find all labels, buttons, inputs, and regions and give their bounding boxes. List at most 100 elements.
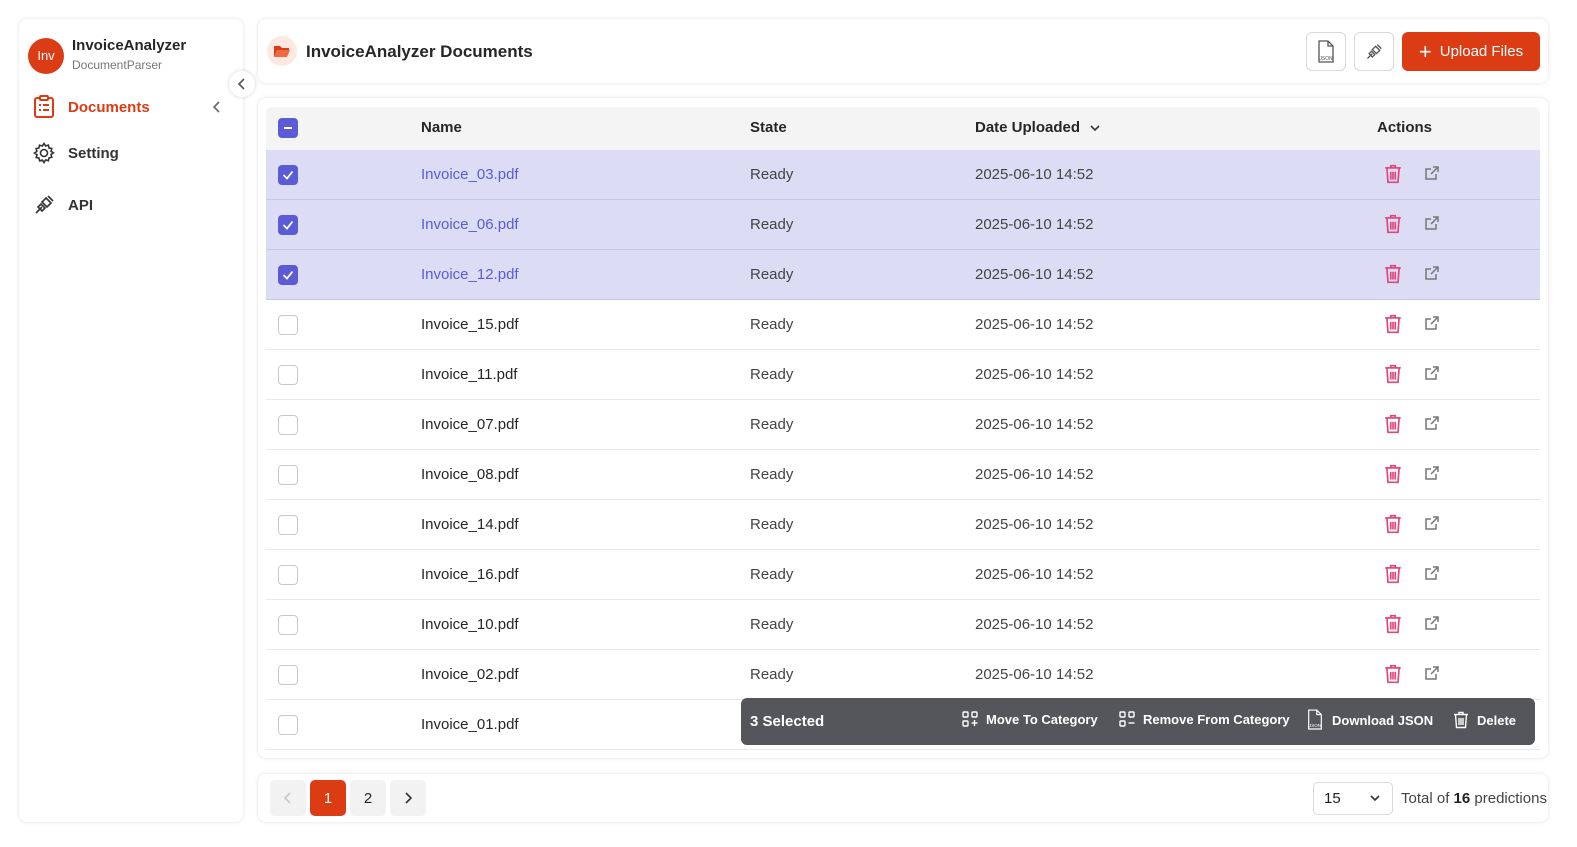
chevron-left-icon[interactable] bbox=[212, 100, 222, 119]
document-state: Ready bbox=[750, 316, 794, 333]
check-icon bbox=[282, 270, 294, 280]
column-date-label: Date Uploaded bbox=[975, 119, 1081, 136]
external-link-icon[interactable] bbox=[1424, 365, 1440, 385]
avatar: Inv bbox=[28, 37, 64, 74]
table-row[interactable]: Invoice_10.pdf Ready 2025-06-10 14:52 bbox=[266, 600, 1540, 650]
external-link-icon[interactable] bbox=[1424, 265, 1440, 285]
table-header: Name State Date Uploaded Actions bbox=[266, 107, 1540, 150]
prev-page-button[interactable] bbox=[270, 780, 306, 816]
document-name-link[interactable]: Invoice_12.pdf bbox=[421, 266, 519, 283]
trash-icon[interactable] bbox=[1384, 264, 1402, 288]
page-2-button[interactable]: 2 bbox=[350, 780, 386, 816]
external-link-icon[interactable] bbox=[1424, 165, 1440, 185]
row-checkbox[interactable] bbox=[278, 215, 298, 235]
row-checkbox[interactable] bbox=[278, 715, 298, 735]
external-link-icon[interactable] bbox=[1424, 615, 1440, 635]
next-page-button[interactable] bbox=[390, 780, 426, 816]
table-row[interactable]: Invoice_16.pdf Ready 2025-06-10 14:52 bbox=[266, 550, 1540, 600]
external-link-icon[interactable] bbox=[1424, 465, 1440, 485]
bulk-action-bar: 3 Selected Move To Category Remove From … bbox=[741, 698, 1535, 745]
column-date-uploaded[interactable]: Date Uploaded bbox=[975, 119, 1100, 136]
table-row[interactable]: Invoice_02.pdf Ready 2025-06-10 14:52 bbox=[266, 650, 1540, 700]
page-1-button[interactable]: 1 bbox=[310, 780, 346, 816]
trash-icon[interactable] bbox=[1384, 664, 1402, 688]
document-name-link[interactable]: Invoice_06.pdf bbox=[421, 216, 519, 233]
trash-icon[interactable] bbox=[1384, 464, 1402, 488]
document-name-link[interactable]: Invoice_10.pdf bbox=[421, 616, 519, 633]
table-row[interactable]: Invoice_03.pdf Ready 2025-06-10 14:52 bbox=[266, 150, 1540, 200]
json-file-icon: JSON bbox=[1318, 39, 1334, 63]
row-checkbox[interactable] bbox=[278, 315, 298, 335]
api-connect-button[interactable] bbox=[1354, 32, 1394, 71]
table-row[interactable]: Invoice_07.pdf Ready 2025-06-10 14:52 bbox=[266, 400, 1540, 450]
sidebar-item-label: Documents bbox=[68, 98, 150, 116]
table-row[interactable]: Invoice_11.pdf Ready 2025-06-10 14:52 bbox=[266, 350, 1540, 400]
table-row[interactable]: Invoice_08.pdf Ready 2025-06-10 14:52 bbox=[266, 450, 1540, 500]
external-link-icon[interactable] bbox=[1424, 415, 1440, 435]
table-row[interactable]: Invoice_14.pdf Ready 2025-06-10 14:52 bbox=[266, 500, 1540, 550]
table-row[interactable]: Invoice_06.pdf Ready 2025-06-10 14:52 bbox=[266, 200, 1540, 250]
document-name-link[interactable]: Invoice_01.pdf bbox=[421, 716, 519, 733]
trash-icon[interactable] bbox=[1384, 614, 1402, 638]
document-name-link[interactable]: Invoice_02.pdf bbox=[421, 666, 519, 683]
document-name-link[interactable]: Invoice_11.pdf bbox=[421, 366, 517, 383]
column-name[interactable]: Name bbox=[421, 119, 462, 136]
trash-icon[interactable] bbox=[1384, 214, 1402, 238]
document-state: Ready bbox=[750, 666, 794, 683]
row-checkbox[interactable] bbox=[278, 415, 298, 435]
pagination-bar: 1 2 15 Total of 16 predictions bbox=[258, 774, 1548, 822]
total-prefix: Total of bbox=[1401, 790, 1450, 807]
document-date: 2025-06-10 14:52 bbox=[975, 216, 1094, 233]
document-name-link[interactable]: Invoice_16.pdf bbox=[421, 566, 519, 583]
sidebar-item-setting[interactable]: Setting bbox=[32, 138, 232, 168]
row-checkbox[interactable] bbox=[278, 365, 298, 385]
download-json-label: Download JSON bbox=[1332, 712, 1434, 728]
row-checkbox[interactable] bbox=[278, 665, 298, 685]
row-checkbox[interactable] bbox=[278, 615, 298, 635]
check-icon bbox=[282, 170, 294, 180]
collapse-sidebar-button[interactable] bbox=[229, 71, 255, 97]
document-state: Ready bbox=[750, 266, 794, 283]
trash-icon[interactable] bbox=[1384, 564, 1402, 588]
row-checkbox[interactable] bbox=[278, 465, 298, 485]
document-name-link[interactable]: Invoice_03.pdf bbox=[421, 166, 519, 183]
trash-icon[interactable] bbox=[1384, 314, 1402, 338]
external-link-icon[interactable] bbox=[1424, 515, 1440, 535]
json-file-icon: JSON bbox=[1308, 709, 1322, 730]
document-name-link[interactable]: Invoice_14.pdf bbox=[421, 516, 519, 533]
document-date: 2025-06-10 14:52 bbox=[975, 616, 1094, 633]
export-json-button[interactable]: JSON bbox=[1306, 32, 1346, 71]
row-checkbox[interactable] bbox=[278, 565, 298, 585]
trash-icon[interactable] bbox=[1384, 514, 1402, 538]
external-link-icon[interactable] bbox=[1424, 565, 1440, 585]
chevron-left-icon bbox=[237, 78, 245, 90]
bulk-delete-button[interactable]: Delete bbox=[1453, 711, 1516, 729]
trash-icon[interactable] bbox=[1384, 414, 1402, 438]
document-name-link[interactable]: Invoice_07.pdf bbox=[421, 416, 519, 433]
table-row[interactable]: Invoice_12.pdf Ready 2025-06-10 14:52 bbox=[266, 250, 1540, 300]
document-date: 2025-06-10 14:52 bbox=[975, 566, 1094, 583]
document-state: Ready bbox=[750, 516, 794, 533]
row-checkbox[interactable] bbox=[278, 165, 298, 185]
document-date: 2025-06-10 14:52 bbox=[975, 266, 1094, 283]
document-name-link[interactable]: Invoice_15.pdf bbox=[421, 316, 519, 333]
upload-files-button[interactable]: + Upload Files bbox=[1402, 32, 1540, 71]
move-to-category-button[interactable]: Move To Category bbox=[962, 711, 1098, 727]
download-json-button[interactable]: JSON Download JSON bbox=[1306, 709, 1433, 731]
sidebar-item-documents[interactable]: Documents bbox=[32, 92, 232, 122]
page-size-select[interactable]: 15 bbox=[1313, 782, 1393, 815]
upload-files-label: Upload Files bbox=[1439, 43, 1524, 60]
table-row[interactable]: Invoice_15.pdf Ready 2025-06-10 14:52 bbox=[266, 300, 1540, 350]
external-link-icon[interactable] bbox=[1424, 215, 1440, 235]
row-checkbox[interactable] bbox=[278, 515, 298, 535]
column-state[interactable]: State bbox=[750, 119, 787, 136]
trash-icon[interactable] bbox=[1384, 364, 1402, 388]
external-link-icon[interactable] bbox=[1424, 315, 1440, 335]
external-link-icon[interactable] bbox=[1424, 665, 1440, 685]
remove-from-category-button[interactable]: Remove From Category bbox=[1119, 711, 1290, 727]
sidebar-item-api[interactable]: API bbox=[32, 190, 232, 220]
select-all-checkbox[interactable] bbox=[278, 118, 298, 138]
trash-icon[interactable] bbox=[1384, 164, 1402, 188]
document-name-link[interactable]: Invoice_08.pdf bbox=[421, 466, 519, 483]
row-checkbox[interactable] bbox=[278, 265, 298, 285]
